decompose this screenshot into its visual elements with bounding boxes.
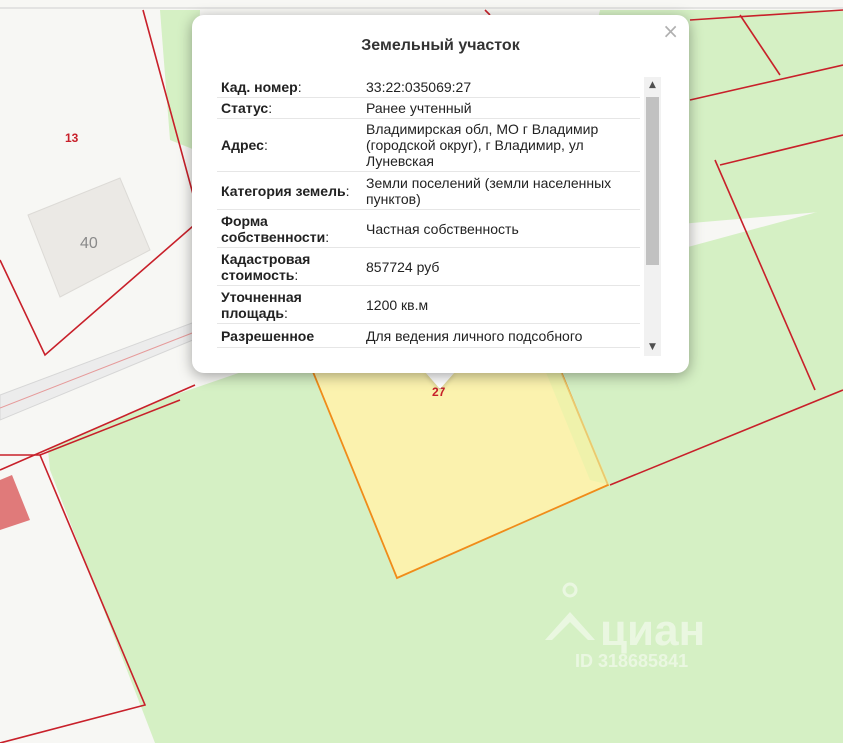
scroll-down-icon[interactable]: ▼ — [644, 339, 661, 356]
info-row-value: Владимирская обл, МО г Владимир (городск… — [362, 118, 640, 172]
scrollbar-thumb[interactable] — [646, 97, 659, 265]
info-row: Форма собственности: Частная собственност… — [217, 209, 640, 248]
row-label-text: Категория земель — [221, 182, 346, 199]
info-scroll-area[interactable]: Кад. номер: 33:22:035069:27 Статус: Ранее у… — [217, 77, 640, 357]
row-label-colon: : — [294, 266, 299, 283]
row-label-text: Разрешенное — [221, 327, 315, 344]
info-row-value: 1200 кв.м — [362, 285, 640, 324]
row-label-colon: : — [268, 100, 273, 116]
parcel-info-popup: × Земельный участок Кад. номер: 33:22:035… — [192, 15, 689, 373]
info-row-value: Ранее учтенный — [362, 97, 640, 119]
row-label-colon: : — [345, 182, 350, 199]
info-row-value: 33:22:035069:27 — [362, 77, 640, 98]
info-row: Категория земель: Земли поселений (земли … — [217, 171, 640, 210]
info-row-value: Земли поселений (земли населенных пункто… — [362, 171, 640, 210]
info-row-label: Категория земель: — [217, 171, 362, 210]
info-row: Кад. номер: 33:22:035069:27 — [217, 77, 640, 98]
info-row: Уточненная площадь: 1200 кв.м — [217, 285, 640, 324]
info-row-label: Кад. номер: — [217, 77, 362, 98]
row-label-text: Уточненная площадь — [221, 288, 302, 321]
row-label-colon: : — [263, 137, 268, 153]
popup-pointer — [425, 372, 455, 389]
parcel-info-table: Кад. номер: 33:22:035069:27 Статус: Ранее у… — [217, 77, 640, 348]
watermark-id: ID 318685841 — [575, 651, 688, 671]
info-row-value: Для ведения личного подсобного — [362, 323, 640, 348]
info-row-label: Разрешенное — [217, 323, 362, 348]
row-label-colon: : — [283, 304, 288, 321]
parcel-label-13: 13 — [65, 131, 79, 145]
info-row-value: 857724 руб — [362, 247, 640, 286]
info-row-label: Форма собственности: — [217, 209, 362, 248]
row-label-text: Адрес — [221, 137, 264, 153]
row-label-colon: : — [297, 79, 302, 95]
watermark-brand: циан — [600, 606, 705, 655]
info-row: Статус: Ранее учтенный — [217, 97, 640, 119]
info-row-value: Частная собственность — [362, 209, 640, 248]
row-label-text: Статус — [221, 100, 269, 116]
scrollbar[interactable]: ▲ ▼ — [644, 77, 661, 356]
row-label-colon: : — [325, 228, 330, 245]
row-label-text: Кад. номер — [221, 79, 298, 95]
info-row-label: Кадастровая стоимость: — [217, 247, 362, 286]
info-row: Разрешенное Для ведения личного подсобног… — [217, 323, 640, 348]
info-row-label: Уточненная площадь: — [217, 285, 362, 324]
scroll-up-icon[interactable]: ▲ — [644, 77, 661, 94]
popup-title: Земельный участок — [361, 37, 520, 54]
info-row: Адрес: Владимирская обл, МО г Владимир (г… — [217, 118, 640, 172]
building-label-40: 40 — [80, 235, 98, 252]
info-row-label: Адрес: — [217, 118, 362, 172]
info-row-label: Статус: — [217, 97, 362, 119]
info-row: Кадастровая стоимость: 857724 руб — [217, 247, 640, 286]
row-label-text: Форма собственности — [221, 212, 326, 245]
